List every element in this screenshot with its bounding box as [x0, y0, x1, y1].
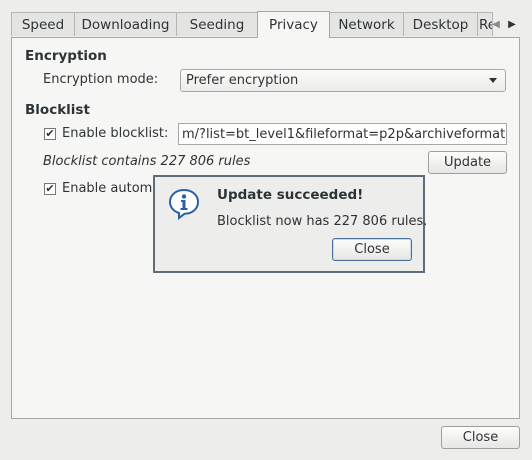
tab-seeding[interactable]: Seeding — [176, 12, 258, 36]
close-preferences-button[interactable]: Close — [441, 426, 520, 449]
encryption-section-title: Encryption — [25, 48, 107, 64]
auto-update-checkbox[interactable]: ✔ — [44, 183, 56, 195]
tab-network[interactable]: Network — [329, 12, 404, 36]
tab-downloading[interactable]: Downloading — [74, 12, 177, 36]
tab-desktop[interactable]: Desktop — [403, 12, 478, 36]
encryption-mode-label: Encryption mode: — [43, 72, 159, 87]
enable-blocklist-label[interactable]: Enable blocklist: — [62, 126, 168, 141]
blocklist-url-field[interactable]: m/?list=bt_level1&fileformat=p2p&archive… — [178, 123, 507, 145]
info-icon — [168, 188, 200, 221]
tab-scroll-right-icon[interactable]: ▶ — [505, 14, 519, 34]
tab-scroll-left-icon[interactable]: ◀ — [489, 14, 503, 34]
blocklist-status-text: Blocklist contains 227 806 rules — [43, 154, 251, 169]
dialog-message: Blocklist now has 227 806 rules. — [217, 214, 428, 229]
preferences-tabbar: Speed Downloading Seeding Privacy Networ… — [11, 11, 520, 38]
tab-privacy[interactable]: Privacy — [257, 11, 330, 38]
dialog-close-button[interactable]: Close — [332, 238, 412, 261]
enable-blocklist-checkbox[interactable]: ✔ — [44, 128, 56, 140]
encryption-mode-value: Prefer encryption — [186, 73, 299, 88]
update-succeeded-dialog: Update succeeded! Blocklist now has 227 … — [153, 175, 428, 273]
dialog-title: Update succeeded! — [217, 187, 364, 203]
update-blocklist-button[interactable]: Update — [428, 151, 507, 174]
auto-update-label[interactable]: Enable automa — [62, 181, 160, 196]
encryption-mode-combo[interactable]: Prefer encryption — [180, 69, 506, 92]
tab-speed[interactable]: Speed — [11, 12, 75, 36]
blocklist-section-title: Blocklist — [25, 102, 90, 118]
chevron-down-icon — [489, 78, 497, 83]
